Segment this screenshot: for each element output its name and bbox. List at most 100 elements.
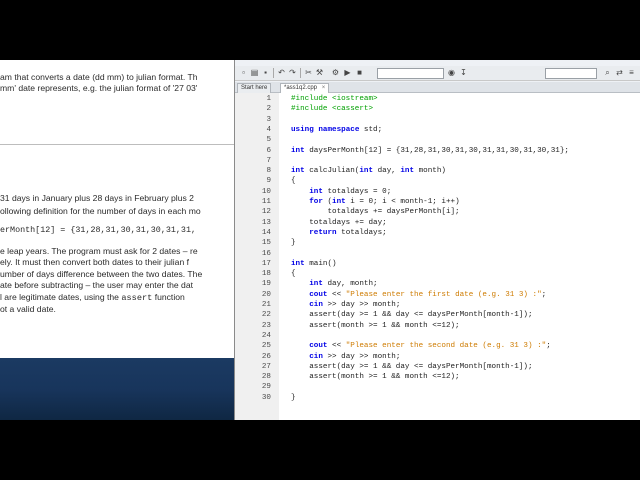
code-line[interactable]: assert(month >= 1 && month <=12); [291,322,459,330]
line-number: 22 [261,311,271,320]
code-line[interactable]: int daysPerMonth[12] = {31,28,31,30,31,3… [291,147,569,155]
doc-line: 31 days in January plus 28 days in Febru… [0,193,194,203]
save-icon[interactable]: ▪ [261,68,270,77]
open-file-icon[interactable]: ▤ [250,68,259,77]
doc-text: l are legitimate dates, using the [0,292,119,302]
toolbar-separator [300,68,301,78]
line-number: 6 [266,146,271,155]
fold-margin [279,93,285,420]
line-number: 24 [261,331,271,340]
code-line[interactable]: assert(month >= 1 && month <=12); [291,373,459,381]
code-line[interactable]: #include <cassert> [291,105,373,113]
code-line[interactable]: cin >> day >> month; [291,301,400,309]
code-line[interactable]: int totaldays = 0; [291,188,391,196]
doc-line: ot a valid date. [0,304,56,314]
line-number: 18 [261,270,271,279]
line-number: 29 [261,383,271,392]
code-line[interactable]: } [291,239,296,247]
tab-source-file[interactable]: *ass1q2.cpp × [280,83,330,93]
code-line[interactable]: totaldays += day; [291,219,386,227]
line-number: 5 [266,136,271,145]
line-number: 2 [266,105,271,114]
code-line[interactable]: int main() [291,260,337,268]
document-window: am that converts a date (dd mm) to julia… [0,60,234,420]
code-line[interactable]: cout << "Please enter the first date (e.… [291,291,546,299]
doc-text: function [154,292,185,302]
line-number: 26 [261,352,271,361]
code-line[interactable]: { [291,270,296,278]
run-icon[interactable]: ▶ [343,68,352,77]
line-number: 17 [261,259,271,268]
tab-start-here[interactable]: Start here [237,83,272,93]
step-icon[interactable]: ↧ [459,68,468,77]
code-line[interactable]: #include <iostream> [291,95,378,103]
screen-frame: am that converts a date (dd mm) to julia… [0,60,640,420]
line-number: 15 [261,239,271,248]
line-number: 21 [261,301,271,309]
desktop-background [0,358,234,420]
build-target-select[interactable] [377,68,444,79]
code-line[interactable]: assert(day >= 1 && day <= daysPerMonth[m… [291,363,532,371]
line-number: 16 [261,249,271,258]
line-number: 10 [261,187,271,196]
doc-line: ate before subtracting – the user may en… [0,280,193,290]
doc-inline-code: assert [121,293,153,303]
doc-line: ollowing definition for the number of da… [0,206,201,216]
line-number-gutter: 1 2 3 4 5 6 7 8 9 10 11 12 13 14 15 16 17 18 19 20 21 22 23 24 2… [235,93,280,420]
wrench-icon[interactable]: ⚒ [315,68,324,77]
debug-icon[interactable]: ◉ [447,68,456,77]
line-number: 27 [261,362,271,371]
doc-line: mm' date represents, e.g. the julian for… [0,83,198,93]
line-number: 12 [261,208,271,217]
cut-icon[interactable]: ✂ [304,68,313,77]
undo-icon[interactable]: ↶ [277,68,286,77]
line-number: 28 [261,373,271,382]
line-number: 30 [261,393,271,402]
code-line[interactable]: cout << "Please enter the second date (e… [291,342,551,350]
code-editor[interactable]: 1 2 3 4 5 6 7 8 9 10 11 12 13 14 15 16 17 18 19 20 21 22 23 24 2… [235,93,640,420]
code-line[interactable]: } [291,394,296,402]
line-number: 25 [261,342,271,351]
line-number: 19 [261,280,271,289]
code-line[interactable]: totaldays += daysPerMonth[i]; [291,208,459,216]
code-line[interactable]: int calcJulian(int day, int month) [291,167,446,175]
line-number: 8 [266,167,271,176]
search-combo[interactable] [545,68,597,79]
line-number: 11 [261,198,271,206]
toolbar-separator [273,68,274,78]
code-line[interactable]: return totaldays; [291,229,386,237]
line-number: 3 [266,115,271,124]
page-divider [0,144,234,145]
code-line[interactable]: using namespace std; [291,126,382,134]
code-line[interactable]: cin >> day >> month; [291,353,400,361]
doc-line: e leap years. The program must ask for 2… [0,246,198,256]
code-line[interactable]: for (int i = 0; i < month-1; i++) [291,198,459,206]
letterbox-bottom [0,420,640,480]
code-line[interactable]: { [291,177,296,185]
build-icon[interactable]: ⚙ [331,68,340,77]
search-icon[interactable]: ⌕ [603,68,612,77]
code-line[interactable]: assert(day >= 1 && day <= daysPerMonth[m… [291,311,532,319]
line-number: 23 [261,321,271,330]
line-number: 13 [261,218,271,227]
doc-line: l are legitimate dates, using the assert… [0,292,185,303]
line-number: 20 [261,290,271,299]
new-file-icon[interactable]: ▫ [239,68,248,77]
doc-code-line: erMonth[12] = {31,28,31,30,31,30,31,31, [0,225,197,235]
options-icon[interactable]: ≡ [627,68,636,77]
line-number: 1 [266,95,271,103]
close-icon[interactable]: × [322,85,326,91]
stop-icon[interactable]: ■ [355,68,364,77]
redo-icon[interactable]: ↷ [288,68,297,77]
tab-label: *ass1q2.cpp [284,85,318,91]
code-line[interactable]: int day, month; [291,280,377,288]
line-number: 9 [266,177,271,186]
tab-label: Start here [241,85,268,91]
ide-window: ▫ ▤ ▪ ↶ ↷ ✂ ⚒ ⚙ ▶ ■ ◉ ↧ ⌕ ⇄ ≡ Start here [234,60,640,420]
line-number: 14 [261,228,271,237]
replace-icon[interactable]: ⇄ [615,68,624,77]
doc-line: umber of days difference between the two… [0,269,203,279]
doc-line: am that converts a date (dd mm) to julia… [0,72,198,82]
editor-tabs: Start here *ass1q2.cpp × [235,82,640,93]
doc-line: ely. It must then convert both dates to … [0,257,190,267]
